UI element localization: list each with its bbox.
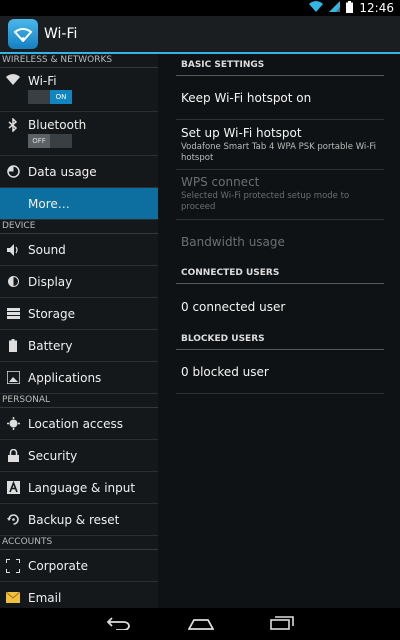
sidebar-item-email[interactable]: Email xyxy=(0,582,158,608)
bluetooth-icon xyxy=(2,118,24,132)
sidebar-item-display[interactable]: Display xyxy=(0,266,158,298)
sidebar-item-language[interactable]: Language & input xyxy=(0,472,158,504)
clock: 12:46 xyxy=(359,1,394,15)
recent-apps-icon[interactable] xyxy=(270,615,294,634)
sidebar-item-backup[interactable]: Backup & reset xyxy=(0,504,158,536)
lock-icon xyxy=(2,449,24,462)
page-title: Wi-Fi xyxy=(44,26,78,42)
cell-signal-icon xyxy=(329,1,341,15)
sidebar-item-label: Email xyxy=(28,590,62,605)
hotspot-settings-pane: BASIC SETTINGS Keep Wi-Fi hotspot on Set… xyxy=(160,54,400,608)
corporate-icon xyxy=(2,558,24,573)
sidebar-item-label: Applications xyxy=(28,370,102,385)
sidebar-item-label: Storage xyxy=(28,306,75,321)
item-title: Bandwidth usage xyxy=(181,235,285,249)
section-header-connected-users: CONNECTED USERS xyxy=(176,264,384,284)
item-title: 0 connected user xyxy=(181,300,286,314)
sidebar-item-label: More… xyxy=(28,196,70,211)
sidebar-item-applications[interactable]: Applications xyxy=(0,362,158,394)
setup-hotspot-item[interactable]: Set up Wi-Fi hotspot Vodafone Smart Tab … xyxy=(176,120,384,170)
connected-users-count: 0 connected user xyxy=(176,284,384,330)
section-header-accounts: ACCOUNTS xyxy=(0,536,158,550)
sidebar-item-more[interactable]: More… xyxy=(0,188,158,220)
sidebar-item-label: Security xyxy=(28,448,78,463)
email-icon xyxy=(2,592,24,603)
sidebar-item-label: Backup & reset xyxy=(28,512,120,527)
item-title: 0 blocked user xyxy=(181,364,269,379)
section-header-basic-settings: BASIC SETTINGS xyxy=(176,56,384,76)
battery-icon xyxy=(2,339,24,352)
action-bar: Wi-Fi xyxy=(0,16,400,54)
sidebar-item-corporate[interactable]: Corporate xyxy=(0,550,158,582)
sidebar-item-wifi[interactable]: Wi-Fi ON xyxy=(0,68,158,112)
keep-hotspot-on-item[interactable]: Keep Wi-Fi hotspot on xyxy=(176,76,384,120)
speaker-icon xyxy=(2,243,24,256)
navigation-bar xyxy=(0,608,400,640)
wifi-signal-icon xyxy=(309,1,324,15)
item-summary: Selected Wi-Fi protected setup mode to p… xyxy=(181,191,350,212)
section-header-personal: PERSONAL xyxy=(0,394,158,408)
sidebar-item-sound[interactable]: Sound xyxy=(0,234,158,266)
item-title: WPS connect xyxy=(181,175,260,189)
sidebar-item-battery[interactable]: Battery xyxy=(0,330,158,362)
sidebar-item-label: Battery xyxy=(28,338,73,353)
sidebar-item-security[interactable]: Security xyxy=(0,440,158,472)
sidebar-item-location[interactable]: Location access xyxy=(0,408,158,440)
sidebar-item-label: Wi-Fi xyxy=(28,74,57,88)
wifi-icon xyxy=(2,74,24,85)
bandwidth-usage-item: Bandwidth usage xyxy=(176,220,384,264)
brightness-icon xyxy=(2,275,24,288)
back-icon[interactable] xyxy=(106,615,132,634)
sidebar-item-label: Display xyxy=(28,274,73,289)
wps-connect-item: WPS connect Selected Wi-Fi protected set… xyxy=(176,170,384,220)
battery-icon xyxy=(346,0,354,16)
sidebar-item-bluetooth[interactable]: Bluetooth OFF xyxy=(0,112,158,156)
storage-icon xyxy=(2,308,24,319)
wifi-settings-icon[interactable] xyxy=(8,19,38,49)
backup-restore-icon xyxy=(2,513,24,526)
toggle-state: ON xyxy=(50,90,72,104)
section-header-device: DEVICE xyxy=(0,220,158,234)
sidebar-item-label: Sound xyxy=(28,242,66,257)
section-header-wireless: WIRELESS & NETWORKS xyxy=(0,54,158,68)
status-bar: 12:46 xyxy=(0,0,400,16)
wifi-toggle[interactable]: ON xyxy=(28,90,72,104)
item-title: Keep Wi-Fi hotspot on xyxy=(181,90,312,105)
sidebar-item-label: Language & input xyxy=(28,480,136,495)
home-icon[interactable] xyxy=(187,615,215,634)
sidebar-item-label: Location access xyxy=(28,416,124,431)
pie-chart-icon xyxy=(2,165,24,178)
sidebar-item-label: Corporate xyxy=(28,558,88,573)
location-icon xyxy=(2,417,24,430)
sidebar-item-data-usage[interactable]: Data usage xyxy=(0,156,158,188)
item-title: Set up Wi-Fi hotspot xyxy=(181,126,302,140)
item-summary: Vodafone Smart Tab 4 WPA PSK portable Wi… xyxy=(181,142,376,163)
sidebar-item-label: Data usage xyxy=(28,164,97,179)
bluetooth-toggle[interactable]: OFF xyxy=(28,134,72,148)
apps-icon xyxy=(2,371,24,384)
keyboard-a-icon xyxy=(2,481,24,494)
settings-sidebar: WIRELESS & NETWORKS Wi-Fi ON Bluetooth O… xyxy=(0,54,158,608)
blocked-users-count: 0 blocked user xyxy=(176,350,384,394)
section-header-blocked-users: BLOCKED USERS xyxy=(176,330,384,350)
toggle-state: OFF xyxy=(28,134,50,148)
sidebar-item-label: Bluetooth xyxy=(28,118,87,132)
sidebar-item-storage[interactable]: Storage xyxy=(0,298,158,330)
